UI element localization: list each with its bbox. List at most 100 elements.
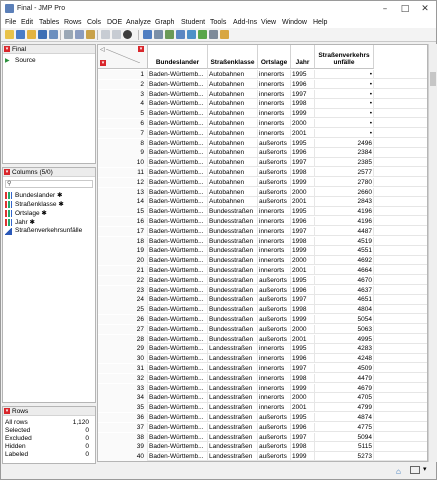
table-cell[interactable]: Baden-Württemb... (148, 315, 208, 325)
table-cell[interactable]: 2780 (315, 177, 374, 188)
row-number[interactable]: 20 (98, 256, 148, 266)
column-header[interactable]: Straßenverkehrs unfälle (315, 45, 374, 69)
table-cell[interactable]: 4509 (315, 364, 374, 374)
table-cell[interactable]: 1996 (291, 217, 315, 227)
table-cell[interactable]: 4283 (315, 344, 374, 354)
copy-icon[interactable] (75, 30, 84, 39)
table-cell[interactable]: 2384 (315, 148, 374, 158)
table-cell[interactable]: Landesstraßen (208, 383, 258, 393)
table-row[interactable]: 25 Baden-Württemb... Bundesstraßen außerort… (98, 305, 427, 315)
table-cell[interactable]: Baden-Württemb... (148, 138, 208, 148)
table-cell[interactable]: 1997 (291, 226, 315, 237)
table-row[interactable]: 3 Baden-Württemb... Autobahnen innerorts 199… (98, 89, 427, 99)
table-row[interactable]: 20 Baden-Württemb... Bundesstraßen innerort… (98, 256, 427, 266)
table-cell[interactable]: 1997 (291, 89, 315, 99)
chart-icon[interactable] (187, 30, 196, 39)
table-row[interactable]: 8 Baden-Württemb... Autobahnen außerorts 199… (98, 138, 427, 148)
table-cell[interactable]: innerorts (258, 344, 291, 354)
table-cell[interactable]: innerorts (258, 226, 291, 237)
table-cell[interactable]: 1998 (291, 236, 315, 246)
menu-graph[interactable]: Graph (155, 19, 174, 26)
table-cell[interactable]: außerorts (258, 305, 291, 315)
table-row[interactable]: 38 Baden-Württemb... Landesstraßen außerort… (98, 432, 427, 442)
table-cell[interactable]: Baden-Württemb... (148, 256, 208, 266)
table-cell[interactable]: • (315, 119, 374, 129)
table-row[interactable]: 1 Baden-Württemb... Autobahnen innerorts 199… (98, 70, 427, 80)
table-cell[interactable]: 1999 (291, 452, 315, 461)
table-cell[interactable]: • (315, 89, 374, 99)
table-cell[interactable]: 1997 (291, 432, 315, 442)
table-cell[interactable]: Autobahnen (208, 109, 258, 119)
table-row[interactable]: 35 Baden-Württemb... Landesstraßen innerort… (98, 403, 427, 413)
table-cell[interactable]: Bundesstraßen (208, 324, 258, 335)
table-cell[interactable]: Baden-Württemb... (148, 413, 208, 423)
row-number[interactable]: 12 (98, 177, 148, 188)
table-cell[interactable]: Baden-Württemb... (148, 236, 208, 246)
table-cell[interactable]: 4487 (315, 226, 374, 237)
table-cell[interactable]: innerorts (258, 373, 291, 384)
table-cell[interactable]: 1996 (291, 285, 315, 295)
table-cell[interactable]: Baden-Württemb... (148, 266, 208, 276)
table-cell[interactable]: innerorts (258, 70, 291, 80)
table-cell[interactable]: innerorts (258, 99, 291, 109)
run-script-icon[interactable] (198, 30, 207, 39)
table-cell[interactable]: außerorts (258, 138, 291, 148)
column-list-item[interactable]: Straßenverkehrsunfälle (5, 227, 82, 235)
table-cell[interactable]: innerorts (258, 383, 291, 393)
table-row[interactable]: 29 Baden-Württemb... Landesstraßen innerort… (98, 344, 427, 354)
table-cell[interactable]: 4551 (315, 246, 374, 256)
table-cell[interactable]: Autobahnen (208, 138, 258, 148)
table-row[interactable]: 19 Baden-Württemb... Bundesstraßen innerort… (98, 246, 427, 256)
table-row[interactable]: 5 Baden-Württemb... Autobahnen innerorts 199… (98, 109, 427, 119)
table-cell[interactable]: 5094 (315, 432, 374, 442)
table-cell[interactable]: Autobahnen (208, 79, 258, 90)
table-cell[interactable]: 1999 (291, 315, 315, 325)
table-cell[interactable]: Baden-Württemb... (148, 373, 208, 384)
table-cell[interactable]: 2000 (291, 393, 315, 403)
table-cell[interactable]: innerorts (258, 79, 291, 90)
table-cell[interactable]: außerorts (258, 442, 291, 452)
print-icon[interactable] (49, 30, 58, 39)
home-icon[interactable]: ⌂ (396, 467, 401, 476)
menu-file[interactable]: File (5, 19, 16, 26)
table-cell[interactable]: außerorts (258, 285, 291, 295)
menu-doe[interactable]: DOE (107, 19, 122, 26)
table-cell[interactable]: 1995 (291, 413, 315, 423)
table-row[interactable]: 40 Baden-Württemb... Landesstraßen außerort… (98, 452, 427, 461)
table-cell[interactable]: 1996 (291, 422, 315, 433)
table-cell[interactable]: Baden-Württemb... (148, 295, 208, 305)
table-cell[interactable]: 1995 (291, 344, 315, 354)
row-number[interactable]: 23 (98, 285, 148, 295)
table-cell[interactable]: 4664 (315, 266, 374, 276)
table-cell[interactable]: Autobahnen (208, 177, 258, 188)
table-cell[interactable]: außerorts (258, 315, 291, 325)
table-cell[interactable]: innerorts (258, 256, 291, 266)
table-cell[interactable]: 1995 (291, 138, 315, 148)
table-cell[interactable]: 1996 (291, 148, 315, 158)
table-cell[interactable]: außerorts (258, 324, 291, 335)
table-cell[interactable]: Landesstraßen (208, 452, 258, 461)
cut-icon[interactable] (64, 30, 73, 39)
table-cell[interactable]: 4705 (315, 393, 374, 403)
table-cell[interactable]: 2000 (291, 324, 315, 335)
table-cell[interactable]: Autobahnen (208, 89, 258, 99)
table-cell[interactable]: innerorts (258, 207, 291, 217)
row-number[interactable]: 33 (98, 383, 148, 393)
table-cell[interactable]: 2000 (291, 119, 315, 129)
table-cell[interactable]: Baden-Württemb... (148, 197, 208, 207)
table-row[interactable]: 12 Baden-Württemb... Autobahnen außerorts 19… (98, 177, 427, 188)
table-cell[interactable]: 1995 (291, 207, 315, 217)
column-search-input[interactable]: ⚲ (5, 180, 93, 188)
table-cell[interactable]: 2001 (291, 334, 315, 344)
table-cell[interactable]: Baden-Württemb... (148, 79, 208, 90)
menu-tools[interactable]: Tools (210, 19, 226, 26)
menu-window[interactable]: Window (282, 19, 307, 26)
row-number[interactable]: 35 (98, 403, 148, 413)
row-number[interactable]: 29 (98, 344, 148, 354)
row-number[interactable]: 26 (98, 315, 148, 325)
table-cell[interactable]: 1998 (291, 442, 315, 452)
minimize-button[interactable]: – (376, 1, 394, 17)
grid-corner[interactable]: ◁ ▾ ▾ (98, 45, 148, 69)
table-cell[interactable]: außerorts (258, 413, 291, 423)
table-cell[interactable]: außerorts (258, 452, 291, 461)
